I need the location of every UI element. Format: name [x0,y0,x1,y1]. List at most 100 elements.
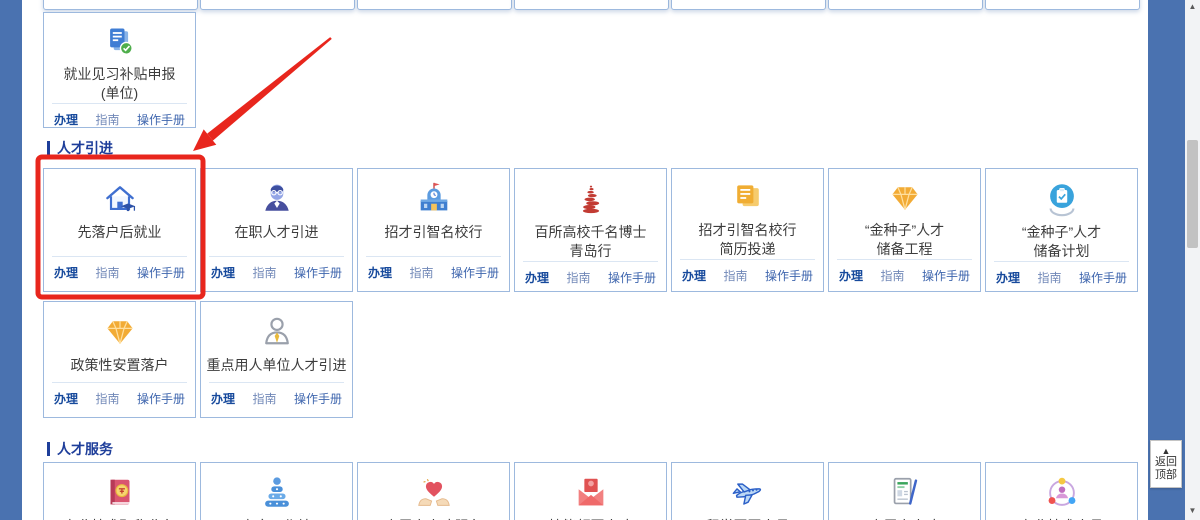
card-title-line: 在职人才引进 [235,223,319,242]
card-link-manual[interactable]: 操作手册 [765,267,813,284]
service-card: 高层次人才服务办理指南操作手册 [357,462,510,520]
service-card: 百所高校千名博士青岛行办理指南 操作手册 [514,168,667,292]
card-title-line: 招才引智名校行 [699,221,797,240]
left-margin-band [0,0,22,520]
card-link-apply[interactable]: 办理 [525,269,549,286]
envelope-letter-icon [572,474,610,512]
clipboard-check-icon [1042,180,1082,218]
card-title-line: 政策性安置落户 [71,356,169,375]
service-card: 留学回国人员办理指南操作手册 [671,462,824,520]
card-links: 办理指南 操作手册 [209,382,344,417]
card-link-apply[interactable]: 办理 [211,390,235,407]
card-link-manual[interactable]: 操作手册 [294,264,342,281]
card-link-guide[interactable]: 指南 [252,390,276,407]
services-page: 就业见习补贴申报(单位)办理指南操作手册 人才引进 先落户后就业办理指南操作手册… [0,0,1200,520]
person-suit-icon [259,180,295,218]
card-link-manual[interactable]: 操作手册 [137,390,185,407]
card-title: 招才引智名校行简历投递 [695,221,801,259]
card-link-manual[interactable]: 操作手册 [1079,269,1127,286]
card-link-apply[interactable]: 办理 [211,264,235,281]
document-pen-icon [886,474,924,512]
card-bottom-edge [514,0,669,10]
expert-station-icon [258,474,296,512]
card-links: 办理指南 操作手册 [680,259,815,294]
card-link-apply[interactable]: 办理 [682,267,706,284]
card-title-line: 招才引智名校行 [385,223,483,242]
card-link-manual[interactable]: 操作手册 [922,267,970,284]
person-outline-tie-icon [259,313,295,351]
qingdao-sculpture-icon [574,180,608,218]
annotation-arrow-shaft [207,37,332,141]
card-title-line: 重点用人单位人才引进 [207,356,347,375]
card-link-guide[interactable]: 指南 [95,264,119,281]
service-card: 高层次人才办理指南操作手册 [828,462,981,520]
card-bottom-edge [671,0,826,10]
card-title: 就业见习补贴申报(单位) [60,65,180,103]
scrollbar-thumb[interactable] [1187,140,1198,248]
card-link-guide[interactable]: 指南 [566,269,590,286]
card-title-line: “金种子”人才 [865,221,944,240]
service-card: 政策性安置落户办理指南 操作手册 [43,301,196,418]
card-links: 办理指南 操作手册 [52,382,187,417]
card-link-guide[interactable]: 指南 [252,264,276,281]
card-link-manual[interactable]: 操作手册 [137,111,185,128]
card-link-apply[interactable]: 办理 [54,264,78,281]
scrollbar-up-arrow-icon[interactable]: ▲ [1185,0,1200,14]
card-link-guide[interactable]: 指南 [409,264,433,281]
card-link-guide[interactable]: 指南 [723,267,747,284]
service-card: “金种子”人才储备工程办理指南操作手册 [828,168,981,292]
card-link-guide[interactable]: 指南 [880,267,904,284]
card-title: 重点用人单位人才引进 [203,356,351,375]
card-title-line: 储备计划 [1022,242,1101,261]
service-card: “金种子”人才储备计划办理指南操作手册 [985,168,1138,292]
card-link-guide[interactable]: 指南 [1037,269,1061,286]
service-card: 招才引智名校行简历投递办理指南 操作手册 [671,168,824,292]
annotation-arrow-head-icon [193,129,216,151]
house-graduation-icon [100,180,140,218]
card-title-line: 简历投递 [699,240,797,259]
card-link-apply[interactable]: 办理 [54,111,78,128]
card-title: “金种子”人才储备计划 [1018,223,1105,261]
card-link-guide[interactable]: 指南 [95,111,119,128]
card-link-guide[interactable]: 指南 [95,390,119,407]
section-title: 人才引进 [57,138,113,158]
card-link-manual[interactable]: 操作手册 [137,264,185,281]
card-link-manual[interactable]: 操作手册 [608,269,656,286]
back-to-top-label-line2: 顶部 [1155,469,1177,482]
scrollbar-down-arrow-icon[interactable]: ▼ [1185,504,1200,518]
card-title-line: “金种子”人才 [1022,223,1101,242]
card-link-apply[interactable]: 办理 [368,264,392,281]
card-title: 百所高校千名博士青岛行 [531,223,651,261]
service-card: 就业见习补贴申报(单位) 办理指南 操作手册 [43,12,196,128]
card-links: 办理指南 操作手册 [837,259,972,294]
card-links: 办理指南 操作手册 [523,261,658,296]
card-title-line: 储备工程 [865,240,944,259]
vertical-scrollbar[interactable]: ▲ ▼ [1185,0,1200,520]
up-triangle-icon: ▲ [1162,446,1171,456]
red-book-icon [101,474,139,512]
service-card: 技能领军人才办理指南操作手册 [514,462,667,520]
card-link-manual[interactable]: 操作手册 [294,390,342,407]
service-card: 重点用人单位人才引进办理指南 操作手册 [200,301,353,418]
card-link-apply[interactable]: 办理 [839,267,863,284]
card-links: 办理指南 操作手册 [209,256,344,291]
card-bottom-edge [985,0,1140,10]
card-links: 办理指南 操作手册 [366,256,501,291]
card-link-apply[interactable]: 办理 [996,269,1020,286]
back-to-top-button[interactable]: ▲ 返回 顶部 [1150,440,1182,488]
card-links: 办理指南 操作手册 [52,256,187,291]
card-links: 办理指南 操作手册 [994,261,1129,296]
card-title-line: (单位) [64,84,176,103]
card-bottom-edge [43,0,198,10]
card-bottom-edge [200,0,355,10]
card-bottom-edge [828,0,983,10]
hands-heart-icon [414,474,454,512]
service-card: 在职人才引进办理指南 操作手册 [200,168,353,292]
card-title: 政策性安置落户 [67,356,173,375]
card-title: 在职人才引进 [231,223,323,242]
card-title: “金种子”人才储备工程 [861,221,948,259]
card-link-manual[interactable]: 操作手册 [451,264,499,281]
service-card: 专业技术人员办理指南操作手册 [985,462,1138,520]
card-title: 先落户后就业 [74,223,166,242]
card-link-apply[interactable]: 办理 [54,390,78,407]
